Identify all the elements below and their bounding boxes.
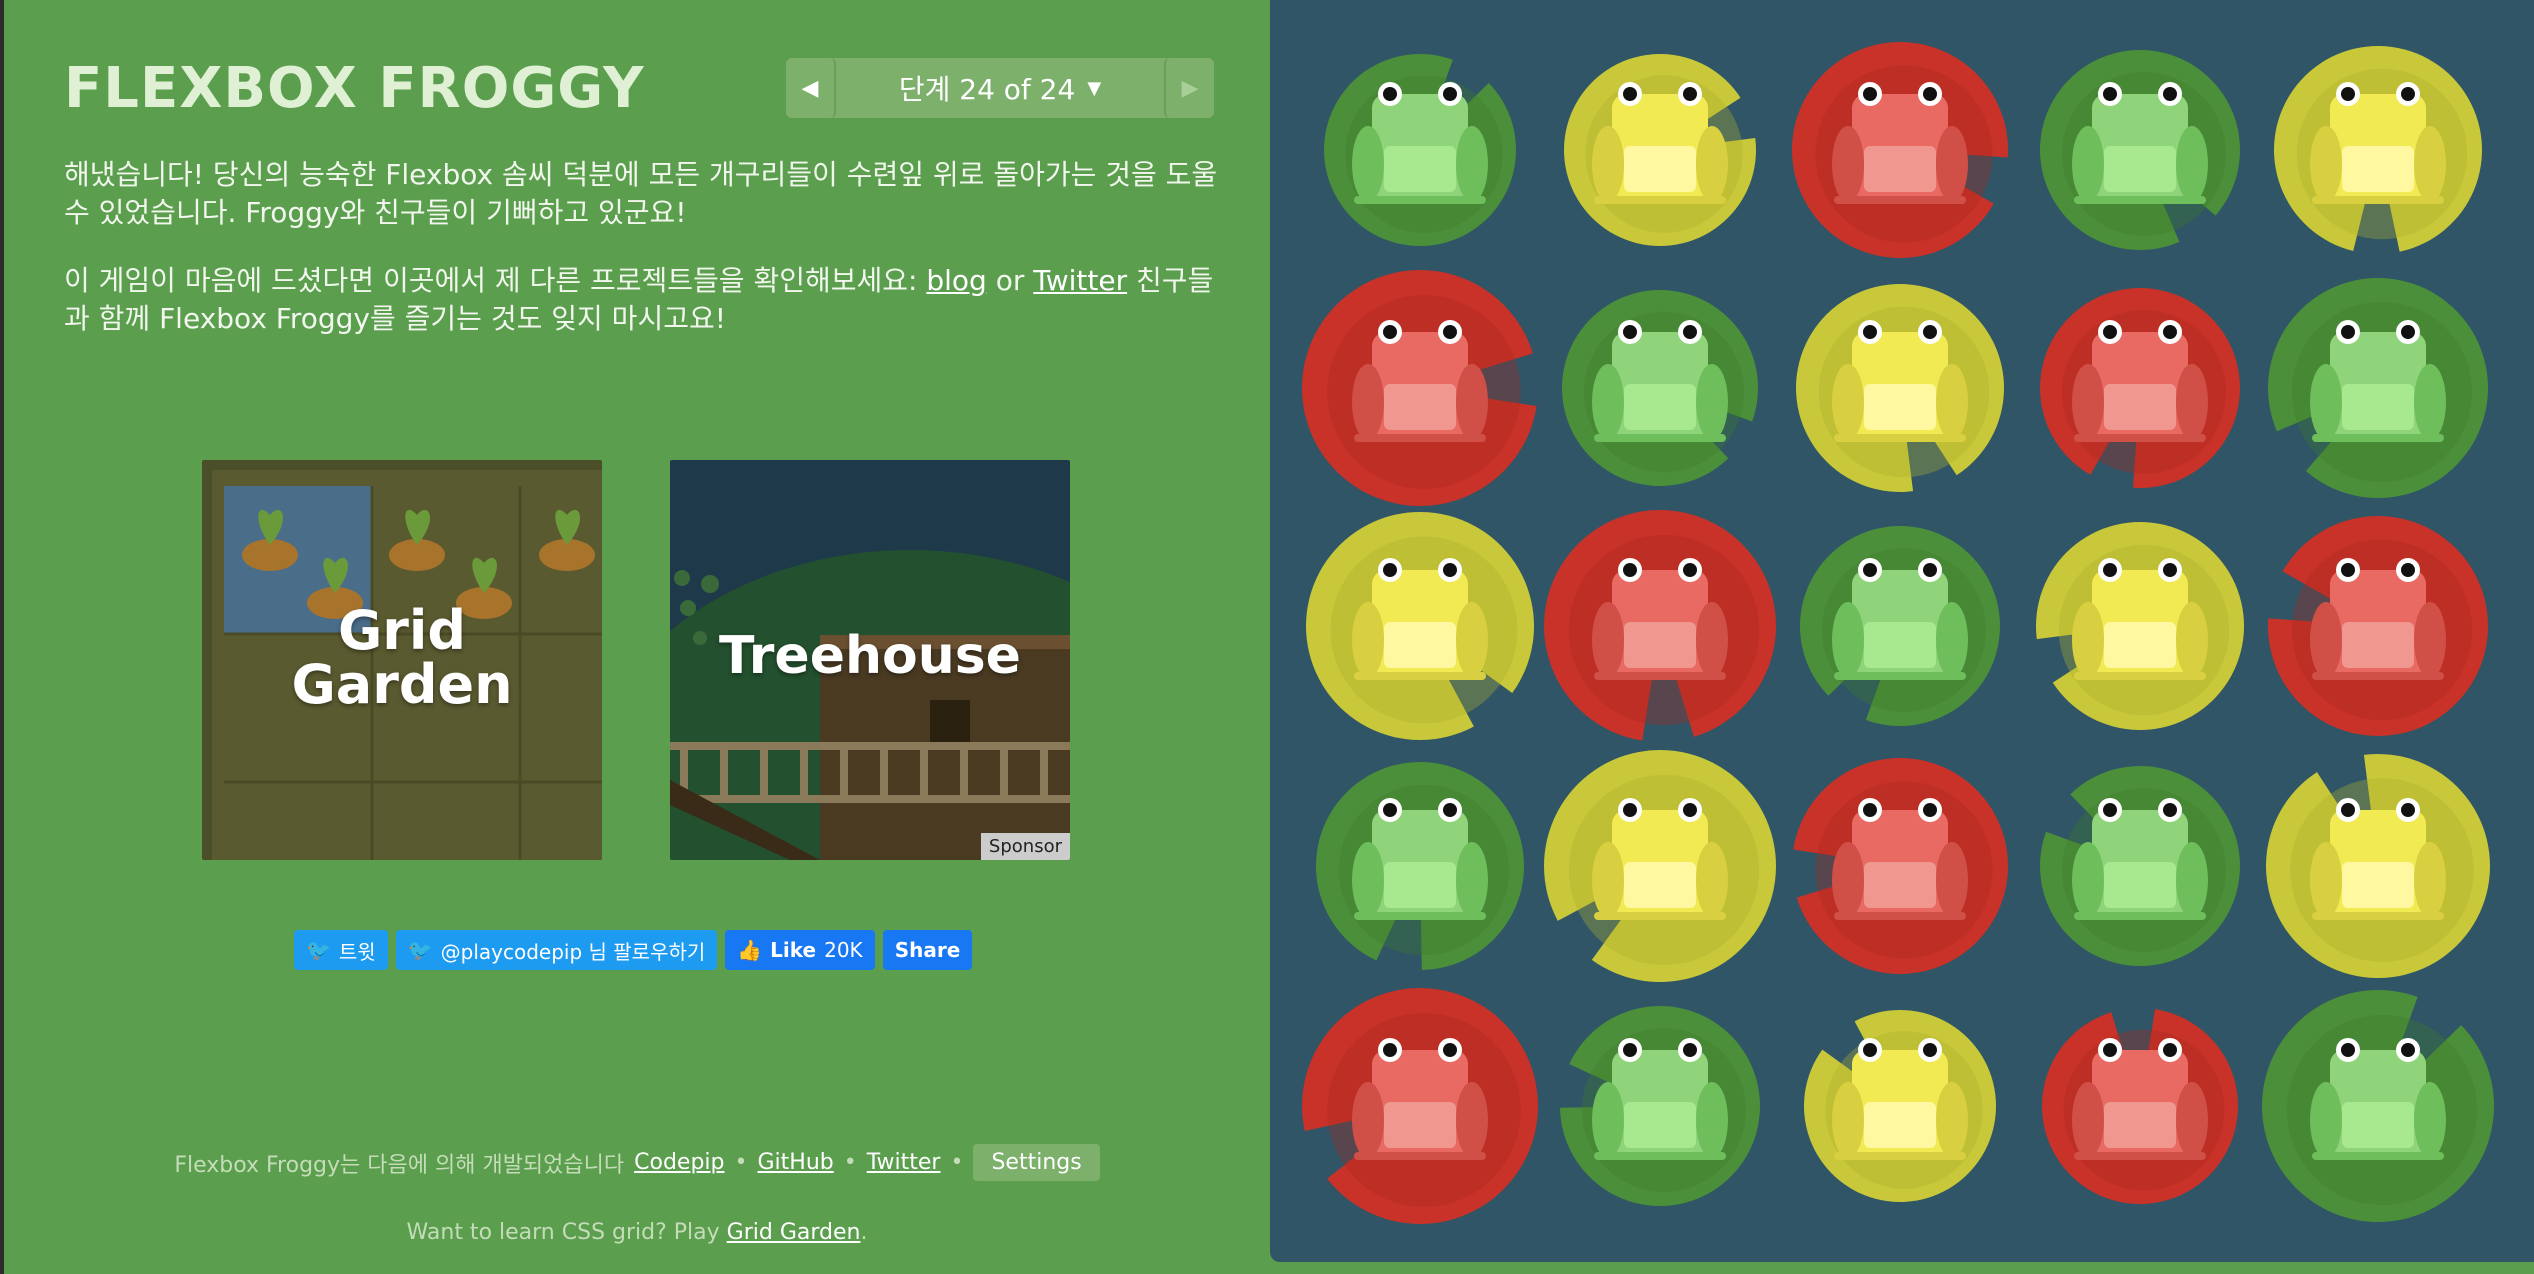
footer-credits: Flexbox Froggy는 다음에 의해 개발되었습니다 Codepip •… — [4, 1144, 1270, 1181]
pond-svg — [1302, 41, 2494, 1224]
lilypad-yellow-1-2 — [1796, 284, 2004, 492]
lilypad-green-1-4 — [2268, 277, 2488, 498]
lilypad-yellow-3-4 — [2266, 753, 2491, 978]
level-navigation: ◀ 단계 24 of 24 ▼ ▶ — [786, 58, 1214, 118]
grid-garden-card[interactable]: Grid Garden — [202, 460, 602, 860]
promo-or: or — [986, 264, 1034, 297]
lilypad-red-4-3 — [2041, 1009, 2238, 1205]
lilypad-red-4-0 — [1302, 987, 1538, 1224]
twitter-link[interactable]: Twitter — [1033, 264, 1127, 297]
tweet-button[interactable]: 🐦 트윗 — [294, 930, 388, 970]
lilypad-yellow-4-2 — [1804, 1010, 1996, 1203]
twitter-bird-icon: 🐦 — [306, 938, 331, 962]
completion-message: 해냈습니다! 당신의 능숙한 Flexbox 솜씨 덕분에 모든 개구리들이 수… — [64, 158, 1218, 229]
tweet-label: 트윗 — [338, 939, 376, 964]
lilypad-red-1-3 — [2039, 288, 2240, 489]
settings-button[interactable]: Settings — [973, 1144, 1100, 1181]
arrow-right-icon: ▶ — [1181, 75, 1199, 101]
lilypad-green-1-1 — [1562, 290, 1758, 486]
grid-garden-label: Grid Garden — [202, 604, 602, 712]
game-title: FLEXBOX FROGGY — [64, 56, 645, 121]
follow-label: @playcodepip 님 팔로우하기 — [440, 939, 706, 964]
lilypad-green-0-3 — [2040, 50, 2240, 251]
facebook-like-button[interactable]: 👍 Like 20K — [725, 930, 875, 970]
lilypad-yellow-3-1 — [1544, 750, 1776, 982]
lilypad-red-2-4 — [2268, 516, 2488, 736]
lilypad-yellow-2-0 — [1306, 512, 1534, 740]
share-label: Share — [894, 938, 961, 962]
promo-message: 이 게임이 마음에 드셨다면 이곳에서 제 다른 프로젝트들을 확인해보세요: … — [64, 262, 1224, 338]
lilypad-red-0-2 — [1792, 41, 2008, 258]
lilypad-green-0-0 — [1324, 54, 1516, 247]
grid-garden-label-line2: Garden — [291, 653, 513, 716]
lilypad-green-3-3 — [2040, 766, 2240, 966]
lilypad-green-4-4 — [2262, 990, 2494, 1223]
footer-dev-text: Flexbox Froggy는 다음에 의해 개발되었습니다 — [174, 1152, 625, 1178]
footer-separator: • — [734, 1150, 748, 1175]
grid-garden-promo: Want to learn CSS grid? Play Grid Garden… — [4, 1220, 1270, 1245]
grid-garden-label-line1: Grid — [337, 599, 467, 662]
footer-separator: • — [950, 1150, 964, 1175]
social-buttons: 🐦 트윗 🐦 @playcodepip 님 팔로우하기 👍 Like 20K S… — [294, 930, 973, 970]
grid-promo-suffix: . — [860, 1220, 868, 1245]
grid-promo-text: Want to learn CSS grid? Play — [406, 1220, 727, 1245]
previous-level-button[interactable]: ◀ — [786, 58, 836, 118]
github-link[interactable]: GitHub — [758, 1150, 834, 1175]
footer-twitter-link[interactable]: Twitter — [867, 1150, 941, 1175]
pond-bottom-strip — [1270, 1262, 2534, 1274]
lilypad-yellow-2-3 — [2036, 522, 2244, 731]
treehouse-label: Treehouse — [719, 626, 1021, 686]
promo-text-before: 이 게임이 마음에 드셨다면 이곳에서 제 다른 프로젝트들을 확인해보세요: — [64, 264, 927, 297]
level-selector[interactable]: 단계 24 of 24 ▼ — [836, 58, 1164, 118]
pond-board — [1270, 0, 2534, 1262]
lilypad-green-3-0 — [1316, 762, 1524, 970]
treehouse-card[interactable]: Treehouse Sponsor — [670, 460, 1070, 860]
twitter-bird-icon: 🐦 — [407, 938, 433, 962]
facebook-share-button[interactable]: Share — [882, 930, 973, 970]
lilypad-green-4-1 — [1560, 1005, 1760, 1206]
lilypad-red-2-1 — [1543, 510, 1776, 741]
lilypad-red-3-2 — [1793, 757, 2008, 974]
caret-down-icon: ▼ — [1087, 77, 1102, 99]
arrow-left-icon: ◀ — [801, 75, 819, 101]
sponsor-badge: Sponsor — [980, 833, 1070, 860]
codepip-link[interactable]: Codepip — [634, 1150, 724, 1175]
follow-button[interactable]: 🐦 @playcodepip 님 팔로우하기 — [395, 930, 718, 970]
lilypad-yellow-0-4 — [2274, 46, 2482, 252]
lilypad-yellow-0-1 — [1564, 54, 1756, 246]
level-label: 단계 24 of 24 — [898, 73, 1076, 106]
next-level-button[interactable]: ▶ — [1164, 58, 1214, 118]
sidebar: FLEXBOX FROGGY ◀ 단계 24 of 24 ▼ ▶ 해냈습니다! … — [4, 0, 1270, 1274]
grid-garden-link[interactable]: Grid Garden — [727, 1220, 861, 1245]
footer-separator: • — [843, 1150, 857, 1175]
like-label: Like — [770, 938, 817, 962]
thumbs-up-icon: 👍 — [737, 938, 763, 962]
blog-link[interactable]: blog — [926, 264, 986, 297]
like-count: 20K — [824, 938, 863, 962]
lilypad-red-1-0 — [1302, 270, 1537, 507]
lilypad-green-2-2 — [1800, 525, 2000, 726]
